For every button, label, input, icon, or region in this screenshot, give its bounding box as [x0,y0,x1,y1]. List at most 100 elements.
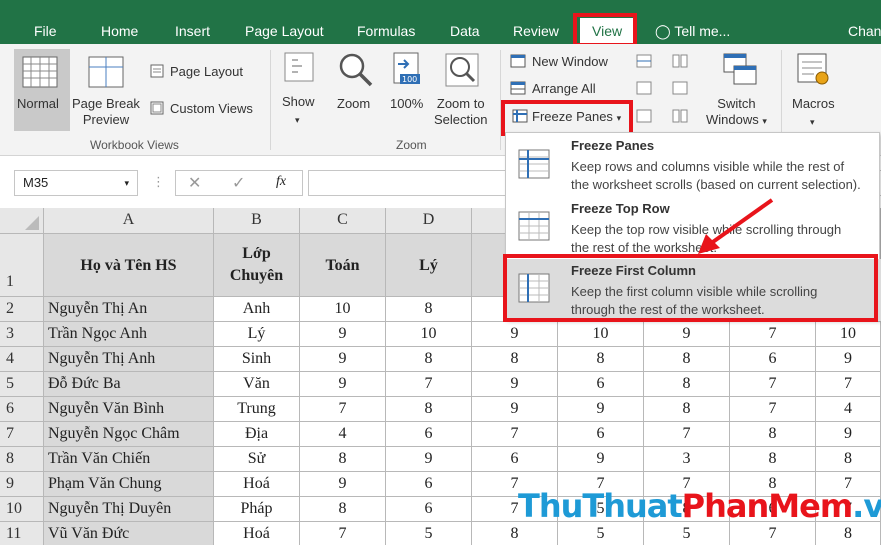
tab-page-layout[interactable]: Page Layout [245,22,324,42]
class-cell[interactable]: Địa [214,422,300,447]
score-cell[interactable]: 6 [558,372,644,397]
reset-window-position-icon[interactable] [672,109,688,123]
score-cell[interactable]: 9 [300,372,386,397]
student-name-cell[interactable]: Nguyễn Thị An [44,297,214,322]
score-cell[interactable]: 8 [558,347,644,372]
score-cell[interactable]: 7 [386,372,472,397]
class-cell[interactable]: Lý [214,322,300,347]
tab-review[interactable]: Review [513,22,559,42]
name-box[interactable]: M35 ▾ [14,170,138,196]
zoom-to-selection-button[interactable]: Zoom to Selection [434,96,487,128]
column-header-d[interactable]: D [386,208,472,234]
score-cell[interactable]: 8 [300,447,386,472]
student-name-cell[interactable]: Nguyễn Thị Anh [44,347,214,372]
score-cell[interactable]: 4 [300,422,386,447]
score-cell[interactable]: 6 [386,422,472,447]
page-layout-button[interactable]: Page Layout [170,64,243,80]
student-name-cell[interactable]: Trần Ngọc Anh [44,322,214,347]
class-cell[interactable]: Hoá [214,522,300,545]
score-cell[interactable]: 9 [558,397,644,422]
synchronous-scrolling-icon[interactable] [672,81,688,95]
hide-icon[interactable] [636,81,652,95]
tell-me-box[interactable]: ◯ Tell me... [655,22,730,42]
class-cell[interactable]: Anh [214,297,300,322]
score-cell[interactable]: 8 [386,397,472,422]
split-icon[interactable] [636,54,652,68]
column-header-a[interactable]: A [44,208,214,234]
header-lop-chuyen[interactable]: Lớp Chuyên [214,234,300,297]
row-header[interactable]: 10 [0,497,44,522]
select-all-corner[interactable] [0,208,44,234]
header-ho-va-ten[interactable]: Họ và Tên HS [44,234,214,297]
student-name-cell[interactable]: Nguyễn Ngọc Châm [44,422,214,447]
macros-button[interactable]: Macros [792,96,835,112]
view-side-by-side-icon[interactable] [672,54,688,68]
score-cell[interactable]: 9 [472,372,558,397]
new-window-button[interactable]: New Window [532,54,608,70]
score-cell[interactable]: 5 [558,522,644,545]
insert-function-icon[interactable]: fx [276,174,286,190]
normal-view-button[interactable]: Normal [17,96,59,112]
score-cell[interactable]: 7 [730,372,816,397]
score-cell[interactable]: 9 [300,472,386,497]
score-cell[interactable]: 7 [730,522,816,545]
score-cell[interactable]: 6 [386,497,472,522]
cancel-x-icon[interactable]: ✕ [188,173,201,193]
show-button[interactable]: Show [282,94,315,110]
score-cell[interactable]: 8 [730,447,816,472]
page-break-preview-button[interactable]: Page Break Preview [72,96,140,128]
score-cell[interactable]: 8 [816,447,881,472]
switch-windows-button[interactable]: Switch Windows ▾ [706,96,767,129]
show-dropdown-chevron-icon[interactable]: ▾ [295,112,300,128]
column-header-b[interactable]: B [214,208,300,234]
score-cell[interactable]: 9 [386,447,472,472]
score-cell[interactable]: 8 [386,347,472,372]
menu-item-freeze-panes[interactable]: Freeze Panes Keep rows and columns visib… [506,133,881,195]
tab-change[interactable]: Chan [848,22,881,42]
score-cell[interactable]: 8 [644,372,730,397]
score-cell[interactable]: 9 [644,322,730,347]
unhide-icon[interactable] [636,109,652,123]
row-header[interactable]: 9 [0,472,44,497]
student-name-cell[interactable]: Nguyễn Thị Duyên [44,497,214,522]
custom-views-button[interactable]: Custom Views [170,101,253,117]
score-cell[interactable]: 9 [300,347,386,372]
row-header[interactable]: 6 [0,397,44,422]
score-cell[interactable]: 7 [472,422,558,447]
score-cell[interactable]: 3 [644,447,730,472]
row-header[interactable]: 4 [0,347,44,372]
score-cell[interactable]: 8 [386,297,472,322]
tab-insert[interactable]: Insert [175,22,210,42]
student-name-cell[interactable]: Phạm Văn Chung [44,472,214,497]
class-cell[interactable]: Pháp [214,497,300,522]
score-cell[interactable]: 9 [816,422,881,447]
row-header-1[interactable]: 1 [0,234,44,297]
score-cell[interactable]: 5 [386,522,472,545]
row-header[interactable]: 2 [0,297,44,322]
enter-check-icon[interactable]: ✓ [232,173,245,193]
class-cell[interactable]: Sử [214,447,300,472]
score-cell[interactable]: 10 [386,322,472,347]
score-cell[interactable]: 7 [816,372,881,397]
score-cell[interactable]: 8 [472,347,558,372]
row-header[interactable]: 11 [0,522,44,545]
class-cell[interactable]: Hoá [214,472,300,497]
score-cell[interactable]: 7 [730,397,816,422]
score-cell[interactable]: 10 [816,322,881,347]
score-cell[interactable]: 9 [472,397,558,422]
score-cell[interactable]: 9 [300,322,386,347]
tab-data[interactable]: Data [450,22,480,42]
score-cell[interactable]: 6 [558,422,644,447]
score-cell[interactable]: 8 [816,522,881,545]
header-toan[interactable]: Toán [300,234,386,297]
score-cell[interactable]: 10 [558,322,644,347]
score-cell[interactable]: 8 [300,497,386,522]
score-cell[interactable]: 5 [644,522,730,545]
student-name-cell[interactable]: Đỗ Đức Ba [44,372,214,397]
score-cell[interactable]: 8 [472,522,558,545]
score-cell[interactable]: 9 [558,447,644,472]
macros-chevron-icon[interactable]: ▾ [810,114,815,130]
zoom-100-button[interactable]: 100% [390,96,423,112]
class-cell[interactable]: Sinh [214,347,300,372]
score-cell[interactable]: 4 [816,397,881,422]
